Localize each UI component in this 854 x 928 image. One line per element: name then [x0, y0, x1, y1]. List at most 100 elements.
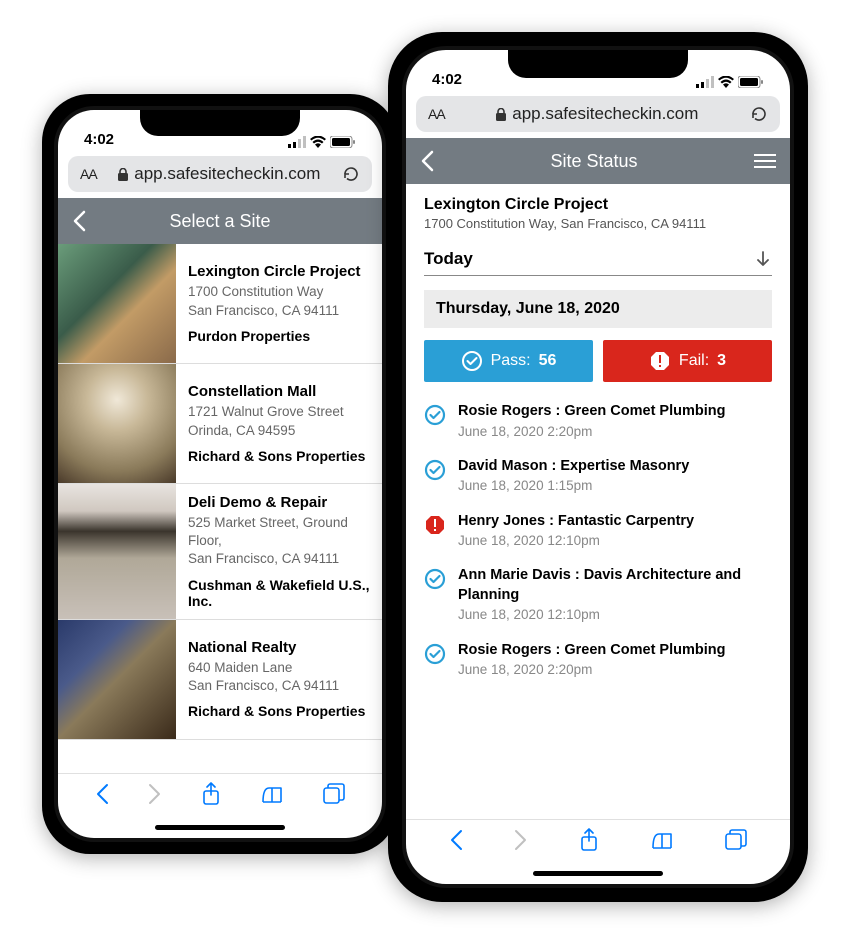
fail-chip[interactable]: Fail: 3: [603, 340, 772, 382]
check-circle-icon: [424, 568, 446, 590]
entry-time: June 18, 2020 1:15pm: [458, 477, 689, 495]
share-button[interactable]: [201, 782, 221, 811]
site-list[interactable]: Lexington Circle Project 1700 Constituti…: [58, 244, 382, 773]
phone-select-site: 4:02 AA app.safesitecheckin.com Select a…: [42, 94, 398, 854]
checkin-entries: Rosie Rogers : Green Comet PlumbingJune …: [424, 402, 772, 679]
site-info: Lexington Circle Project 1700 Constituti…: [176, 244, 373, 363]
status-indicators: [288, 136, 356, 148]
site-owner: Cushman & Wakefield U.S., Inc.: [188, 577, 370, 609]
project-address: 1700 Constitution Way, San Francisco, CA…: [424, 216, 772, 231]
wifi-icon: [310, 136, 326, 148]
site-info: National Realty 640 Maiden Lane San Fran…: [176, 620, 377, 739]
url-bar[interactable]: AA app.safesitecheckin.com: [68, 156, 372, 192]
entry-title: Rosie Rogers : Green Comet Plumbing: [458, 641, 726, 661]
share-button[interactable]: [579, 828, 599, 857]
entry-text: Henry Jones : Fantastic CarpentryJune 18…: [458, 512, 694, 551]
phone-bezel: 4:02 AA app.safesitecheckin.com Site Sta…: [402, 46, 794, 888]
nav-back-button[interactable]: [95, 783, 109, 810]
alert-octagon-icon: [424, 514, 446, 536]
alert-octagon-icon: [649, 350, 671, 372]
site-owner: Purdon Properties: [188, 328, 361, 344]
site-thumbnail: [58, 244, 176, 363]
site-row[interactable]: Lexington Circle Project 1700 Constituti…: [58, 244, 382, 364]
back-icon[interactable]: [420, 150, 434, 172]
entry-time: June 18, 2020 2:20pm: [458, 423, 726, 441]
cellular-icon: [288, 136, 306, 148]
checkin-entry[interactable]: Ann Marie Davis : Davis Architecture and…: [424, 566, 772, 624]
entry-title: Rosie Rogers : Green Comet Plumbing: [458, 402, 726, 422]
safari-toolbar: [58, 773, 382, 819]
text-size-button[interactable]: AA: [428, 106, 445, 122]
site-info: Deli Demo & Repair 525 Market Street, Gr…: [176, 484, 382, 619]
checkin-entry[interactable]: Henry Jones : Fantastic CarpentryJune 18…: [424, 512, 772, 551]
checkin-entry[interactable]: David Mason : Expertise MasonryJune 18, …: [424, 457, 772, 496]
entry-text: David Mason : Expertise MasonryJune 18, …: [458, 457, 689, 496]
site-name: Constellation Mall: [188, 383, 365, 400]
entry-text: Rosie Rogers : Green Comet PlumbingJune …: [458, 641, 726, 680]
screen: 4:02 AA app.safesitecheckin.com Site Sta…: [406, 50, 790, 884]
entry-title: Ann Marie Davis : Davis Architecture and…: [458, 566, 772, 605]
site-owner: Richard & Sons Properties: [188, 703, 365, 719]
bookmarks-button[interactable]: [650, 830, 674, 855]
status-indicators: [696, 76, 764, 88]
notch: [140, 110, 300, 136]
url-bar[interactable]: AA app.safesitecheckin.com: [416, 96, 780, 132]
check-circle-icon: [424, 404, 446, 426]
url-text[interactable]: app.safesitecheckin.com: [455, 104, 740, 124]
status-time: 4:02: [84, 131, 114, 148]
pass-chip[interactable]: Pass: 56: [424, 340, 593, 382]
nav-forward-button[interactable]: [514, 829, 528, 856]
check-circle-icon: [424, 643, 446, 665]
entry-title: David Mason : Expertise Masonry: [458, 457, 689, 477]
site-row[interactable]: National Realty 640 Maiden Lane San Fran…: [58, 620, 382, 740]
checkin-entry[interactable]: Rosie Rogers : Green Comet PlumbingJune …: [424, 402, 772, 441]
home-indicator[interactable]: [155, 825, 285, 830]
menu-icon[interactable]: [754, 153, 776, 169]
entry-title: Henry Jones : Fantastic Carpentry: [458, 512, 694, 532]
site-owner: Richard & Sons Properties: [188, 448, 365, 464]
reload-icon[interactable]: [342, 165, 360, 183]
page-header: Select a Site: [58, 198, 382, 244]
home-indicator[interactable]: [533, 871, 663, 876]
reload-icon[interactable]: [750, 105, 768, 123]
text-size-button[interactable]: AA: [80, 166, 97, 182]
site-row[interactable]: Deli Demo & Repair 525 Market Street, Gr…: [58, 484, 382, 620]
nav-back-button[interactable]: [449, 829, 463, 856]
bookmarks-button[interactable]: [260, 784, 284, 809]
url-text[interactable]: app.safesitecheckin.com: [107, 164, 332, 184]
site-row[interactable]: Constellation Mall 1721 Walnut Grove Str…: [58, 364, 382, 484]
back-icon[interactable]: [72, 210, 86, 232]
site-thumbnail: [58, 364, 176, 483]
entry-time: June 18, 2020 2:20pm: [458, 661, 726, 679]
phone-bezel: 4:02 AA app.safesitecheckin.com Select a…: [54, 106, 386, 842]
date-display: Thursday, June 18, 2020: [424, 290, 772, 328]
cellular-icon: [696, 76, 714, 88]
date-selector[interactable]: Today: [424, 249, 772, 276]
checkin-entry[interactable]: Rosie Rogers : Green Comet PlumbingJune …: [424, 641, 772, 680]
site-address: 1700 Constitution Way San Francisco, CA …: [188, 283, 361, 319]
site-info: Constellation Mall 1721 Walnut Grove Str…: [176, 364, 377, 483]
check-circle-icon: [461, 350, 483, 372]
lock-icon: [118, 168, 128, 181]
page-title: Site Status: [434, 151, 754, 172]
battery-icon: [738, 76, 764, 88]
project-name: Lexington Circle Project: [424, 196, 772, 214]
site-address: 1721 Walnut Grove Street Orinda, CA 9459…: [188, 403, 365, 439]
pass-fail-row: Pass: 56 Fail: 3: [424, 340, 772, 382]
wifi-icon: [718, 76, 734, 88]
nav-forward-button[interactable]: [148, 783, 162, 810]
tabs-button[interactable]: [323, 783, 345, 810]
status-content[interactable]: Lexington Circle Project 1700 Constituti…: [406, 184, 790, 819]
site-address: 640 Maiden Lane San Francisco, CA 94111: [188, 659, 365, 695]
site-thumbnail: [58, 484, 176, 619]
safari-toolbar: [406, 819, 790, 865]
page-title: Select a Site: [86, 211, 354, 232]
notch: [508, 50, 688, 78]
site-name: Lexington Circle Project: [188, 263, 361, 280]
site-name: Deli Demo & Repair: [188, 494, 370, 511]
entry-text: Ann Marie Davis : Davis Architecture and…: [458, 566, 772, 624]
entry-text: Rosie Rogers : Green Comet PlumbingJune …: [458, 402, 726, 441]
date-selector-label: Today: [424, 249, 473, 269]
site-thumbnail: [58, 620, 176, 739]
tabs-button[interactable]: [725, 829, 747, 856]
